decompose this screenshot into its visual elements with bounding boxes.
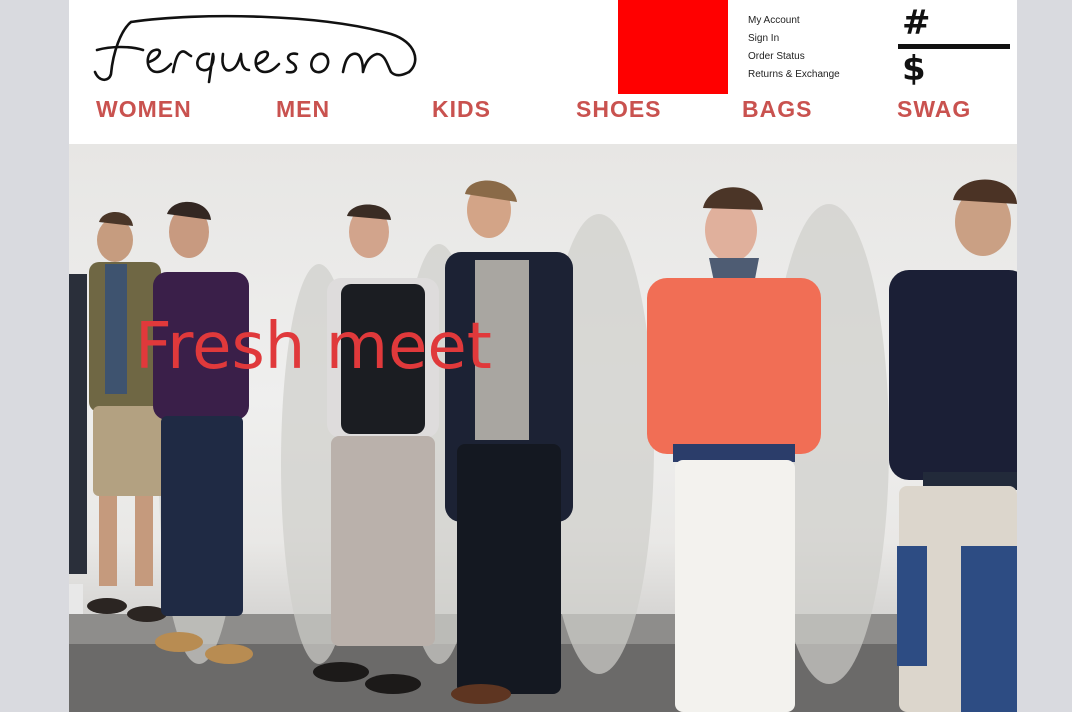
nav-shoes[interactable]: SHOES <box>576 96 662 123</box>
my-account-link[interactable]: My Account <box>748 12 840 30</box>
model-khaki-jacket <box>87 211 167 622</box>
page: My Account Sign In Order Status Returns … <box>69 0 1017 712</box>
promo-color-block[interactable] <box>618 0 728 94</box>
nav-bags[interactable]: BAGS <box>742 96 812 123</box>
hero-photo <box>69 179 1017 712</box>
nav-men[interactable]: MEN <box>276 96 330 123</box>
nav-kids[interactable]: KIDS <box>432 96 491 123</box>
brand-logo[interactable] <box>91 12 421 84</box>
account-links: My Account Sign In Order Status Returns … <box>748 12 840 84</box>
model-navy-coat <box>445 180 573 704</box>
model-far-left <box>69 274 87 614</box>
cart-widget[interactable]: # $ <box>898 4 1010 88</box>
returns-exchange-link[interactable]: Returns & Exchange <box>748 66 840 84</box>
model-navy-sweater <box>889 179 1017 712</box>
hero-headline[interactable]: Fresh meet <box>135 310 492 384</box>
main-nav: WOMEN MEN KIDS SHOES BAGS SWAG <box>69 96 1017 128</box>
hash-icon[interactable]: # <box>902 6 931 40</box>
dollar-icon[interactable]: $ <box>902 52 926 86</box>
order-status-link[interactable]: Order Status <box>748 48 840 66</box>
nav-swag[interactable]: SWAG <box>897 96 971 123</box>
sign-in-link[interactable]: Sign In <box>748 30 840 48</box>
model-purple-sweater <box>153 201 253 664</box>
hero-banner[interactable]: Fresh meet <box>69 144 1017 712</box>
script-logo-graphic <box>93 14 417 84</box>
nav-women[interactable]: WOMEN <box>96 96 192 123</box>
site-header: My Account Sign In Order Status Returns … <box>69 0 1017 144</box>
